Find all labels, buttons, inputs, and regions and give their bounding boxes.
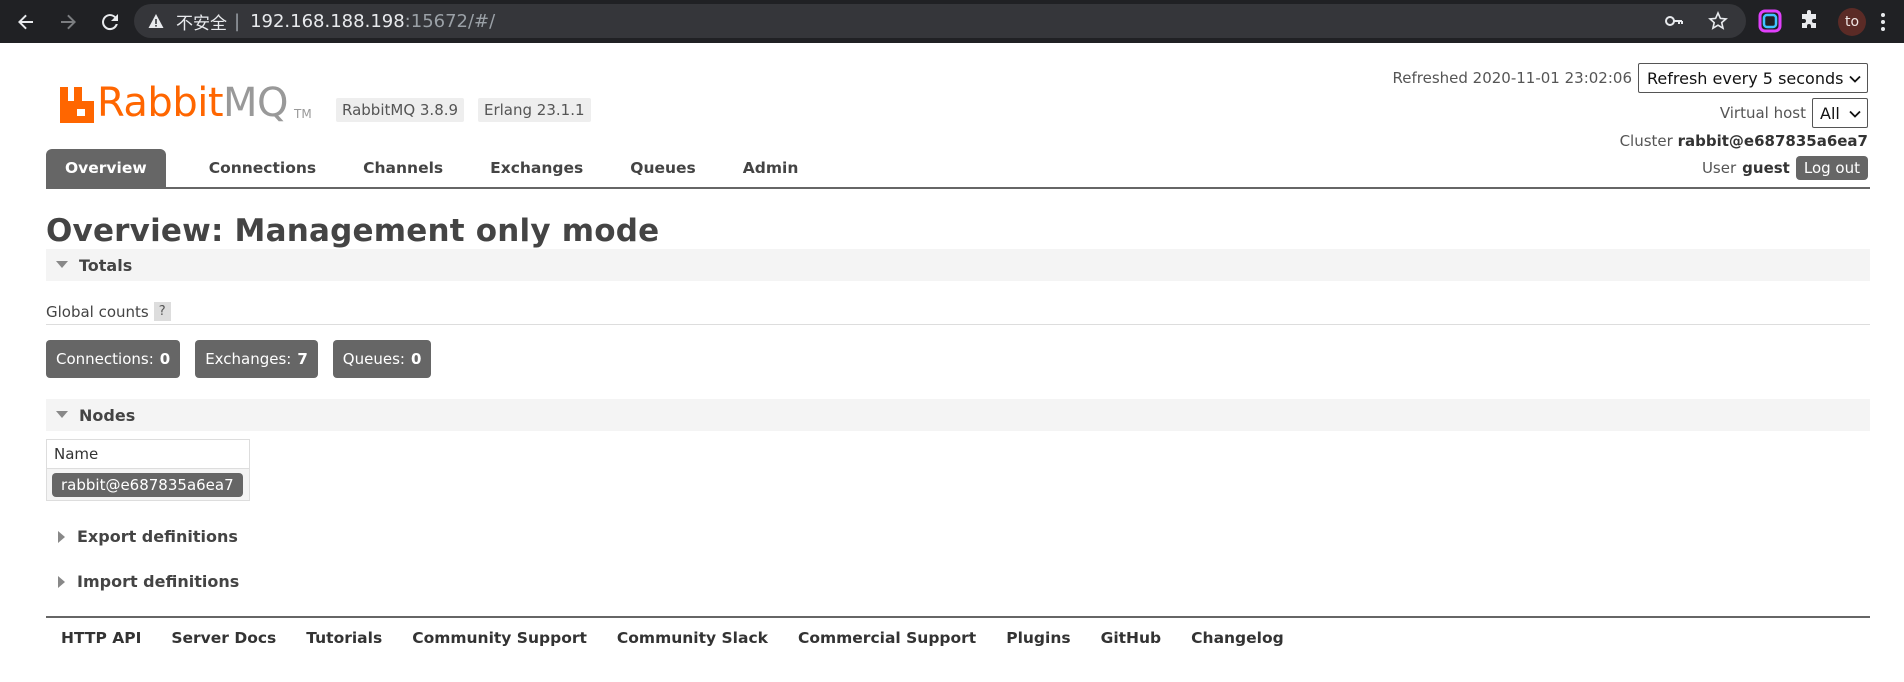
count-value: 0 [159,350,171,368]
tab-exchanges[interactable]: Exchanges [470,149,607,187]
cluster-label: Cluster [1619,132,1673,150]
expanded-triangle-icon [56,261,68,268]
security-label: 不安全 [176,13,227,34]
node-link[interactable]: rabbit@e687835a6ea7 [52,472,243,497]
footer-links: HTTP API Server Docs Tutorials Community… [61,629,1314,647]
chevron-down-icon [1849,75,1861,83]
virtual-host-value: All [1820,103,1840,123]
refreshed-timestamp: Refreshed 2020-11-01 23:02:06 [1392,69,1632,87]
tab-admin[interactable]: Admin [723,149,823,187]
forward-arrow-icon[interactable] [54,8,82,36]
tab-channels[interactable]: Channels [343,149,467,187]
exchanges-count-button[interactable]: Exchanges: 7 [195,340,318,378]
logo-text-mq: MQ [223,80,289,126]
rabbitmq-logo-icon [60,87,94,123]
footer-link-http-api[interactable]: HTTP API [61,629,141,647]
footer-link-changelog[interactable]: Changelog [1191,629,1284,647]
help-button[interactable]: ? [153,302,171,321]
global-counts-label: Global counts [46,302,149,321]
browser-toolbar: 不安全 | 192.168.188.198:15672/#/ to [0,0,1904,43]
logo-text-rabbit: Rabbit [97,80,224,126]
erlang-version-badge: Erlang 23.1.1 [478,98,591,122]
refresh-controls: Refreshed 2020-11-01 23:02:06 Refresh ev… [1393,63,1868,93]
footer-divider [46,616,1870,618]
footer-link-github[interactable]: GitHub [1101,629,1162,647]
virtual-host-select[interactable]: All [1812,98,1868,128]
refresh-interval-value: Refresh every 5 seconds [1647,68,1844,88]
key-icon[interactable] [1664,11,1684,31]
refresh-interval-select[interactable]: Refresh every 5 seconds [1638,63,1868,93]
extensions-puzzle-icon[interactable] [1798,9,1822,33]
tab-connections[interactable]: Connections [189,149,340,187]
virtual-host-label: Virtual host [1719,104,1806,122]
user-label: User [1701,159,1737,177]
logout-button[interactable]: Log out [1795,156,1868,180]
import-definitions-label: Import definitions [77,572,240,591]
url-host: 192.168.188.198 [250,10,405,32]
nodes-table: Name rabbit@e687835a6ea7 [46,439,250,501]
logo-trademark: TM [294,107,312,121]
management-page: Rabbit MQ TM RabbitMQ 3.8.9 Erlang 23.1.1… [0,43,1904,682]
footer-link-tutorials[interactable]: Tutorials [306,629,382,647]
nodes-section-label: Nodes [79,405,136,425]
url-path: :15672/#/ [404,10,496,32]
nodes-column-header: Name [47,440,249,469]
chevron-down-icon [1849,110,1861,118]
count-boxes: Connections: 0 Exchanges: 7 Queues: 0 [46,340,446,378]
count-label: Connections: [56,350,154,368]
user-info: User guest Log out [1702,156,1868,180]
footer-link-community-slack[interactable]: Community Slack [617,629,768,647]
export-definitions-label: Export definitions [77,527,238,546]
footer-link-plugins[interactable]: Plugins [1006,629,1070,647]
virtual-host-controls: Virtual host All [1720,98,1868,128]
count-value: 0 [410,350,422,368]
import-definitions-section[interactable]: Import definitions [46,572,239,591]
global-counts: Global counts ? [46,302,171,321]
queues-count-button[interactable]: Queues: 0 [332,340,432,378]
color-extension-icon[interactable] [1758,9,1782,33]
rabbitmq-version-badge: RabbitMQ 3.8.9 [336,98,465,122]
export-definitions-section[interactable]: Export definitions [46,527,238,546]
rabbitmq-logo[interactable]: Rabbit MQ TM [60,73,312,123]
count-label: Exchanges: [205,350,292,368]
cluster-name: rabbit@e687835a6ea7 [1677,132,1868,150]
tabs-divider [46,187,1870,189]
user-name: guest [1742,159,1790,177]
warning-icon [148,14,164,28]
page-title: Overview: Management only mode [46,213,660,249]
footer-link-community-support[interactable]: Community Support [412,629,587,647]
tab-queues[interactable]: Queues [610,149,720,187]
totals-section-header[interactable]: Totals [46,249,1870,281]
nodes-section-header[interactable]: Nodes [46,399,1870,431]
expanded-triangle-icon [56,411,68,418]
reload-icon[interactable] [96,8,124,36]
connections-count-button[interactable]: Connections: 0 [46,340,181,378]
more-menu-icon[interactable] [1880,12,1886,32]
footer-link-commercial-support[interactable]: Commercial Support [798,629,976,647]
totals-section-label: Totals [79,255,133,275]
collapsed-triangle-icon [58,530,65,543]
profile-avatar[interactable]: to [1838,8,1866,36]
main-tabs: Overview Connections Channels Exchanges … [46,149,825,187]
count-label: Queues: [342,350,405,368]
tab-overview[interactable]: Overview [46,149,166,187]
address-bar[interactable]: 不安全 | 192.168.188.198:15672/#/ [134,4,1746,38]
star-icon[interactable] [1708,11,1728,31]
counts-divider [46,324,1870,325]
separator: | [234,10,241,32]
back-arrow-icon[interactable] [12,8,40,36]
collapsed-triangle-icon [58,575,65,588]
cluster-info: Cluster rabbit@e687835a6ea7 [1620,132,1868,150]
count-value: 7 [297,350,308,368]
table-row: rabbit@e687835a6ea7 [47,469,249,500]
footer-link-server-docs[interactable]: Server Docs [171,629,276,647]
